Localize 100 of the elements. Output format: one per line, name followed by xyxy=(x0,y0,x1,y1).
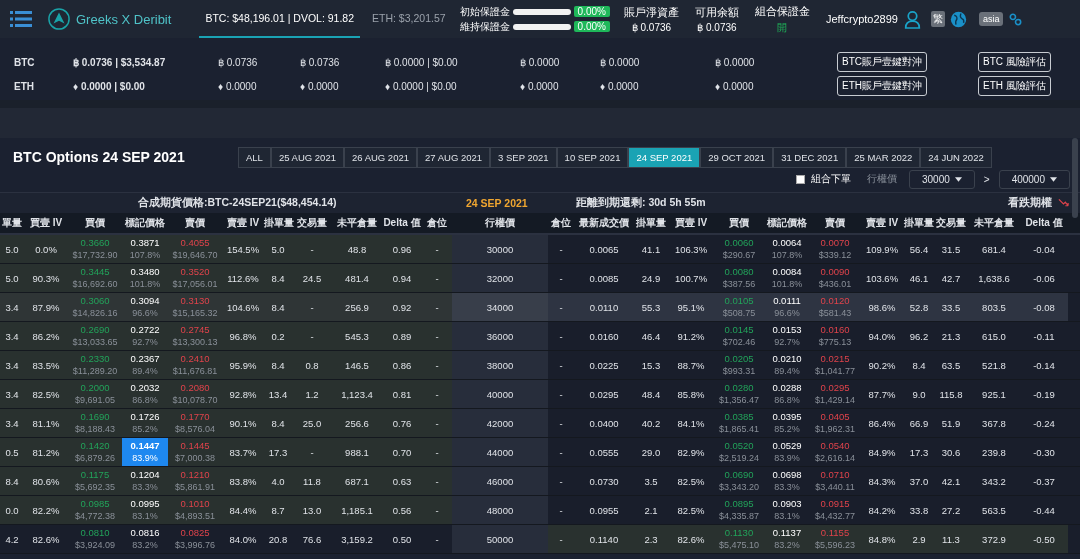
language-button[interactable]: 繁 xyxy=(930,11,945,27)
mark-price-cell[interactable]: 0.1726 85.2% xyxy=(122,409,168,437)
expiry-tab[interactable]: 31 DEC 2021 xyxy=(773,146,847,168)
strike-to-select[interactable]: 400000 xyxy=(998,169,1070,189)
table-row[interactable]: 3.4 83.5% 0.2330 $11,289.20 0.2367 89.4% 0.2410 $11,676.81 95.9% 8.4 0.8 146.5 0.86 - 38000 - 0.0225 15.3 88.7% 0.0205 $993.31 0.0210 89.4% 0.0215 $1,041.77 90.2% 8.4 63.5 521.8 -0.14 xyxy=(0,351,1080,380)
price-text[interactable]: 0.3060 xyxy=(80,295,110,307)
expiry-tab[interactable]: 25 AUG 2021 xyxy=(270,146,344,168)
price-text[interactable]: 0.3130 xyxy=(180,295,210,307)
table-cell-text: 42.1 xyxy=(940,475,962,487)
price-text[interactable]: 0.0825 xyxy=(180,527,210,539)
table-row[interactable]: 0.0 82.2% 0.0985 $4,772.38 0.0995 83.1% 0.1010 $4,893.51 84.4% 8.7 13.0 1,185.1 0.56 - 48000 - 0.0955 2.1 82.5% 0.0895 $4,335.87 0.0903 83.1% 0.0915 $4,432.77 84.2% 33.8 27.2 563.5 -0.44 xyxy=(0,496,1080,525)
price-text[interactable]: 0.2330 xyxy=(80,353,110,365)
price-text[interactable]: 0.1210 xyxy=(180,469,210,481)
account-button[interactable]: BTC 風險評估 xyxy=(978,52,1051,72)
table-row[interactable]: 3.4 81.1% 0.1690 $8,188.43 0.1726 85.2% 0.1770 $8,576.04 90.1% 8.4 25.0 256.6 0.76 - 42000 - 0.0400 40.2 84.1% 0.0385 $1,865.41 0.0395 85.2% 0.0405 $1,962.31 86.4% 66.9 51.9 367.8 -0.24 xyxy=(0,409,1080,438)
mark-price-cell[interactable]: 0.0816 83.2% xyxy=(122,525,168,553)
price-text[interactable]: 0.0985 xyxy=(80,498,110,510)
table-cell-text: 3.4 xyxy=(4,417,20,429)
scrollbar[interactable] xyxy=(1072,138,1078,218)
table-row[interactable]: 4.2 82.6% 0.0810 $3,924.09 0.0816 83.2% 0.0825 $3,996.76 84.0% 20.8 76.6 3,159.2 0.50 - 50000 - 0.1140 2.3 82.6% 0.1130 $5,475.10 0.1137 83.2% 0.1155 $5,596.23 84.8% 2.9 11.3 372.9 -0.50 xyxy=(0,525,1080,554)
price-text[interactable]: 0.2690 xyxy=(80,324,110,336)
price-text[interactable]: 0.1770 xyxy=(180,411,210,423)
expiry-tab[interactable]: ALL xyxy=(238,146,271,168)
account-button[interactable]: ETH 風險評估 xyxy=(978,76,1051,96)
price-text[interactable]: 0.0385 xyxy=(724,411,754,423)
expiry-tab[interactable]: 24 SEP 2021 xyxy=(628,146,701,168)
mark-price-cell[interactable]: 0.1447 83.9% xyxy=(122,438,168,466)
mark-price-cell[interactable]: 0.3480 101.8% xyxy=(122,264,168,292)
mark-price-cell[interactable]: 0.2032 86.8% xyxy=(122,380,168,408)
price-text[interactable]: 0.0710 xyxy=(820,469,850,481)
price-text[interactable]: 0.2000 xyxy=(80,382,110,394)
price-text[interactable]: 0.0915 xyxy=(820,498,850,510)
price-text[interactable]: 0.0060 xyxy=(724,237,754,249)
mark-price-cell[interactable]: 0.1204 83.3% xyxy=(122,467,168,495)
expiry-tab[interactable]: 10 SEP 2021 xyxy=(556,146,629,168)
mark-price-cell[interactable]: 0.2722 92.7% xyxy=(122,322,168,350)
table-row[interactable]: 3.4 82.5% 0.2000 $9,691.05 0.2032 86.8% 0.2080 $10,078.70 92.8% 13.4 1.2 1,123.4 0.81 - 40000 - 0.0295 48.4 85.8% 0.0280 $1,356.47 0.0288 86.8% 0.0295 $1,429.14 87.7% 9.0 115.8 925.1 -0.19 xyxy=(0,380,1080,409)
price-text[interactable]: 0.0690 xyxy=(724,469,754,481)
price-text[interactable]: 0.0405 xyxy=(820,411,850,423)
expiry-tab[interactable]: 24 JUN 2022 xyxy=(920,146,992,168)
table-row[interactable]: 8.4 80.6% 0.1175 $5,692.35 0.1204 83.3% 0.1210 $5,861.91 83.8% 4.0 11.8 687.1 0.63 - 46000 - 0.0730 3.5 82.5% 0.0690 $3,343.20 0.0698 83.3% 0.0710 $3,440.11 84.3% 37.0 42.1 343.2 -0.37 xyxy=(0,467,1080,496)
price-text[interactable]: 0.0895 xyxy=(724,498,754,510)
menu-icon[interactable] xyxy=(10,10,32,28)
price-text[interactable]: 0.0160 xyxy=(820,324,850,336)
price-text[interactable]: 0.0105 xyxy=(724,295,754,307)
account-button[interactable]: BTC賬戶壹鍵對沖 xyxy=(837,52,927,72)
price-text[interactable]: 0.3445 xyxy=(80,266,110,278)
table-cell-text: - xyxy=(309,330,315,342)
price-text[interactable]: 0.0280 xyxy=(724,382,754,394)
price-text[interactable]: 0.1010 xyxy=(180,498,210,510)
price-text[interactable]: 0.0810 xyxy=(80,527,110,539)
ticker-tab[interactable]: ETH: $3,201.57 xyxy=(366,0,452,38)
table-cell-text: 24.5 xyxy=(301,272,323,284)
price-text[interactable]: 0.0520 xyxy=(724,440,754,452)
iv-text: 86.8% xyxy=(774,394,800,406)
price-text[interactable]: 0.2080 xyxy=(180,382,210,394)
region-button[interactable]: asia xyxy=(978,12,1004,26)
price-text[interactable]: 0.3520 xyxy=(180,266,210,278)
price-text[interactable]: 0.1445 xyxy=(180,440,210,452)
price-text[interactable]: 0.0205 xyxy=(724,353,754,365)
checkbox[interactable] xyxy=(795,174,805,184)
price-text[interactable]: 0.0540 xyxy=(820,440,850,452)
price-text[interactable]: 0.2745 xyxy=(180,324,210,336)
price-text[interactable]: 0.2410 xyxy=(180,353,210,365)
price-text[interactable]: 0.0120 xyxy=(820,295,850,307)
price-text[interactable]: 0.0145 xyxy=(724,324,754,336)
expiry-tab[interactable]: 25 MAR 2022 xyxy=(846,146,921,168)
strike-from-select[interactable]: 30000 xyxy=(908,169,975,189)
strike-label: 行權價 xyxy=(866,172,897,186)
link-icon[interactable] xyxy=(1009,12,1023,26)
mark-price-cell[interactable]: 0.3871 107.8% xyxy=(122,235,168,263)
price-text[interactable]: 0.1175 xyxy=(80,469,110,481)
price-text[interactable]: 0.0295 xyxy=(820,382,850,394)
column-header: Delta 值 xyxy=(382,216,422,230)
mark-price-cell[interactable]: 0.2367 89.4% xyxy=(122,351,168,379)
table-cell-text: - xyxy=(558,359,564,371)
mark-price-cell[interactable]: 0.0995 83.1% xyxy=(122,496,168,524)
price-text[interactable]: 0.1155 xyxy=(820,527,850,539)
expiry-tab[interactable]: 29 OCT 2021 xyxy=(700,146,774,168)
expiry-tab[interactable]: 27 AUG 2021 xyxy=(417,146,491,168)
globe-icon[interactable] xyxy=(949,10,967,28)
expiry-tab[interactable]: 3 SEP 2021 xyxy=(490,146,557,168)
price-text[interactable]: 0.4055 xyxy=(180,237,210,249)
user-icon[interactable] xyxy=(903,9,921,29)
mark-price-cell[interactable]: 0.3094 96.6% xyxy=(122,293,168,321)
table-cell-text: 343.2 xyxy=(981,475,1007,487)
table-row[interactable]: 0.5 81.2% 0.1420 $6,879.26 0.1447 83.9% 0.1445 $7,000.38 83.7% 17.3 - 988.1 0.70 - 44000 - 0.0555 29.0 82.9% 0.0520 $2,519.24 0.0529 83.9% 0.0540 $2,616.14 84.9% 17.3 30.6 239.8 -0.30 xyxy=(0,438,1080,467)
expiry-tab[interactable]: 26 AUG 2021 xyxy=(343,146,417,168)
price-text[interactable]: 0.0070 xyxy=(820,237,850,249)
table-row[interactable]: 5.0 90.3% 0.3445 $16,692.60 0.3480 101.8% 0.3520 $17,056.01 112.6% 8.4 24.5 481.4 0.94 - 32000 - 0.0085 24.9 100.7% 0.0080 $387.56 0.0084 101.8% 0.0090 $436.01 103.6% 46.1 42.7 1,638.6 -0.06 xyxy=(0,264,1080,293)
price-text[interactable]: 0.3660 xyxy=(80,237,110,249)
table-row[interactable]: 3.4 86.2% 0.2690 $13,033.65 0.2722 92.7% 0.2745 $13,300.13 96.8% 0.2 - 545.3 0.89 - 36000 - 0.0160 46.4 91.2% 0.0145 $702.46 0.0153 92.7% 0.0160 $775.13 94.0% 96.2 21.3 615.0 -0.11 xyxy=(0,322,1080,351)
price-text[interactable]: 0.1420 xyxy=(80,440,110,452)
price-text: 0.2367 xyxy=(130,353,160,365)
price-text[interactable]: 0.1130 xyxy=(724,527,754,539)
price-text[interactable]: 0.0080 xyxy=(724,266,754,278)
account-button[interactable]: ETH賬戶壹鍵對沖 xyxy=(837,76,927,96)
price-text[interactable]: 0.1690 xyxy=(80,411,110,423)
price-text[interactable]: 0.0215 xyxy=(820,353,850,365)
price-text[interactable]: 0.0090 xyxy=(820,266,850,278)
